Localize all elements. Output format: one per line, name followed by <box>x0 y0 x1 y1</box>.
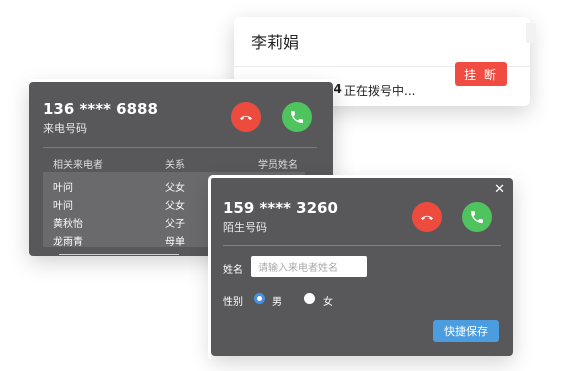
answer-call-button[interactable] <box>462 202 492 232</box>
stranger-number: 159 **** 3260 <box>223 199 338 217</box>
caller-relation: 母单 <box>165 237 185 247</box>
caller-relation: 父女 <box>165 201 185 212</box>
phone-answer-icon <box>471 211 483 223</box>
gender-radio-male[interactable] <box>254 293 265 304</box>
quick-save-button[interactable]: 快捷保存 <box>433 320 499 342</box>
caller-name: 黄秋怡 <box>53 219 83 230</box>
call-status: 正在拨号中... <box>344 84 416 98</box>
gender-option-female: 女 <box>323 297 333 308</box>
divider <box>223 245 501 246</box>
panel-edge <box>29 79 336 82</box>
caller-name: 叶问 <box>53 201 73 212</box>
caller-name: 龙雨青 <box>53 237 83 247</box>
hangup-button[interactable]: 挂 断 <box>455 62 507 86</box>
stranger-subtitle: 陌生号码 <box>223 221 267 234</box>
name-label: 姓名 <box>223 265 243 276</box>
panel-footer-line <box>59 254 179 263</box>
close-icon[interactable]: ✕ <box>494 182 505 197</box>
stranger-call-panel: ✕ 159 **** 3260 陌生号码 姓名 请输入来电者姓名 性别 男 女 … <box>208 175 516 359</box>
answer-call-button[interactable] <box>282 102 312 132</box>
decline-call-button[interactable] <box>231 102 261 132</box>
gender-radio-female[interactable] <box>304 293 315 304</box>
caller-relation: 父女 <box>165 183 185 194</box>
incoming-subtitle: 来电号码 <box>43 122 87 135</box>
column-header-relation: 关系 <box>165 160 185 171</box>
phone-answer-icon <box>291 111 303 123</box>
decline-call-button[interactable] <box>412 202 442 232</box>
gender-label: 性别 <box>223 297 243 308</box>
divider <box>43 147 317 148</box>
caller-name: 叶问 <box>53 183 73 194</box>
gender-option-male: 男 <box>272 297 282 308</box>
column-header-caller: 相关来电者 <box>53 160 103 171</box>
column-header-student: 学员姓名 <box>258 160 298 171</box>
incoming-number: 136 **** 6888 <box>43 100 158 118</box>
caller-name-input[interactable]: 请输入来电者姓名 <box>251 256 367 277</box>
card-edge-strip <box>526 23 536 43</box>
phone-hangup-icon <box>421 215 433 220</box>
phone-hangup-icon <box>240 115 252 120</box>
caller-relation: 父子 <box>165 219 185 230</box>
callee-name: 李莉娟 <box>251 33 300 52</box>
